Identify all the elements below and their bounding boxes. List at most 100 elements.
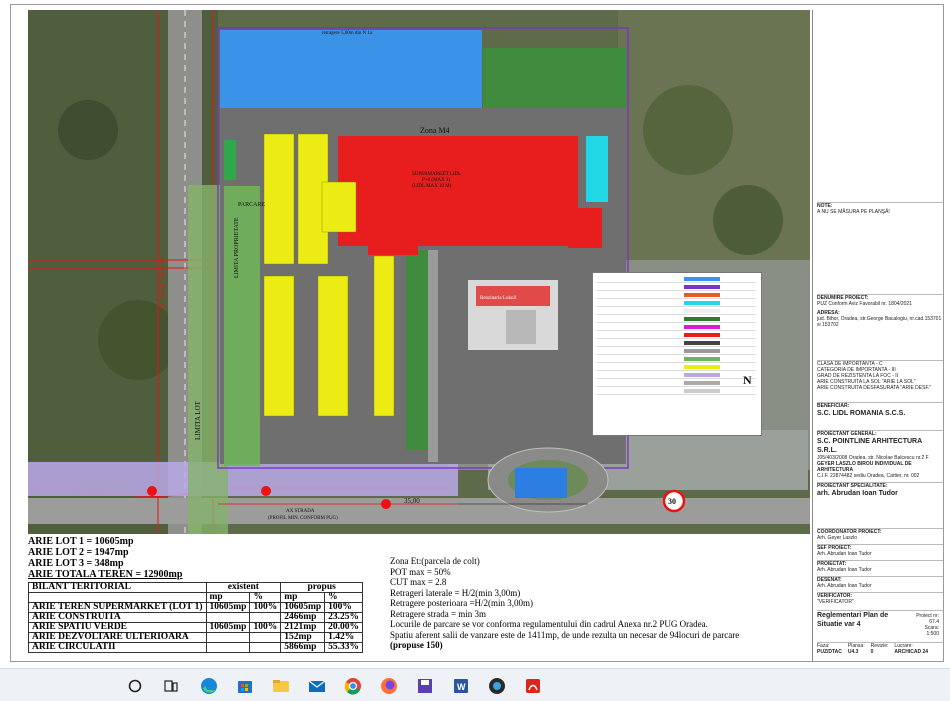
note-line: Retragere posterioara =H/2(min 3,00m)	[390, 598, 534, 608]
urban-notes: Zona Et:(parcela de colt) POT max = 50% …	[390, 556, 739, 651]
cell: 1.42%	[324, 632, 364, 643]
total-area: ARIE TOTALA TEREN = 12900mp	[28, 569, 183, 580]
supermarket-label-2: P+0 (MAX 1)	[422, 178, 451, 183]
row-label: ARIE DEZVOLTARE ULTERIOARA	[28, 632, 207, 643]
north-arrow: N	[743, 373, 752, 387]
row-label: ARIE CIRCULATII	[28, 642, 207, 653]
data-section: ARIE LOT 1 = 10605mp ARIE LOT 2 = 1947mp…	[28, 536, 810, 662]
col-propus: propus	[280, 582, 364, 593]
cell: 10605mp	[205, 602, 251, 613]
limita-proprietate-label: LIMITA PROPRIETATE	[234, 217, 240, 278]
task-view-icon[interactable]	[160, 675, 182, 697]
sef: Arh. Abrudan Ioan Tudor	[817, 551, 872, 557]
parking-label: PARCARE	[238, 202, 266, 208]
cell: 23.25%	[324, 612, 364, 623]
desenat: Arh. Abrudan Ioan Tudor	[817, 583, 872, 589]
row-label: ARIE SPATIU VERDE	[28, 622, 207, 633]
word-icon[interactable]: W	[450, 675, 472, 697]
supermarket-label-1: SUPERMARKET LIDL	[412, 172, 462, 177]
cell	[249, 612, 282, 623]
speed-limit-sign: 30	[668, 497, 676, 506]
firefox-icon[interactable]	[378, 675, 400, 697]
cell: 100%	[324, 602, 364, 613]
dimension-35-label: 35,00	[404, 497, 420, 505]
cell	[249, 642, 282, 653]
legend-box: N	[592, 272, 762, 436]
table-row: ARIE SPATIU VERDE 10605mp 100% 2121mp 20…	[28, 622, 364, 633]
note-line: (propuse 150)	[390, 640, 443, 650]
note-line: Zona Et:(parcela de colt)	[390, 556, 480, 566]
limita-lot-label: LIMITA LOT	[194, 401, 202, 440]
cell: 100%	[249, 622, 282, 633]
road-profile-label: (PROFIL MIN. CONFORM PUG)	[268, 516, 338, 521]
cell: 2466mp	[280, 612, 326, 623]
app-icon[interactable]	[486, 675, 508, 697]
cell: 100%	[249, 602, 282, 613]
faza: PUZ/DTAC	[817, 649, 842, 655]
row-label: ARIE CONSTRUITA	[28, 612, 207, 623]
specialist: arh. Abrudan Ioan Tudor	[817, 490, 898, 497]
road-axis-label: AX STRADA	[286, 509, 315, 514]
lucrare: ARCHICAD 24	[894, 649, 929, 655]
search-icon[interactable]	[124, 675, 146, 697]
plansa: U4.3	[847, 649, 859, 655]
lot-2-area: ARIE LOT 2 = 1947mp	[28, 547, 129, 558]
table-row: ARIE TEREN SUPERMARKET (LOT 1) 10605mp 1…	[28, 602, 364, 613]
geyer-sub: C.I.F. 22874482 sediu Oradea, Cartier, n…	[817, 473, 920, 479]
cell: 10605mp	[205, 622, 251, 633]
gas-station-label: Benzinaria Lukoil	[480, 296, 517, 301]
file-explorer-icon[interactable]	[270, 675, 292, 697]
sheet-title: Reglementari Plan de Situatie var 4	[817, 612, 889, 628]
col-existent: existent	[205, 582, 282, 593]
note-line: Spatiu aferent salii de vanzare este de …	[390, 629, 740, 640]
acrobat-icon[interactable]	[522, 675, 544, 697]
cell: 2121mp	[280, 622, 326, 633]
note-line: POT max = 50%	[390, 566, 451, 577]
proiectant: S.C. POINTLINE ARHITECTURA S.R.L.	[817, 438, 922, 454]
class-line: ARIE CONSTRUITA DESFASURATA "ARIE DESF."	[817, 385, 932, 391]
cell	[205, 632, 251, 643]
bilant-table: BILANT TERITORIAL existent propus mp % m…	[28, 582, 364, 653]
cell: 20.00%	[324, 622, 364, 633]
cell	[249, 632, 282, 643]
table-row: ARIE CIRCULATII 5866mp 55.33%	[28, 642, 364, 653]
project-name: PUZ Conform Aviz Favorabil nr. 1804/2021	[817, 301, 912, 307]
note-line: CUT max = 2.8	[390, 577, 447, 587]
save-icon[interactable]	[414, 675, 436, 697]
col-mp-existent: mp	[205, 592, 251, 603]
edge-icon[interactable]	[198, 675, 220, 697]
beneficiar: S.C. LIDL ROMANIA S.C.S.	[817, 410, 906, 417]
verificator: "VERIFICATOR"	[817, 599, 854, 605]
title-block: NOTE: A NU SE MĂSURA PE PLANŞĂ! DENUMIRE…	[812, 10, 945, 662]
note-line: Retrageri laterale = H/2(min 3,00m)	[390, 587, 521, 598]
note-line: Retragere strada = min 3m	[390, 608, 487, 619]
lot-1-area: ARIE LOT 1 = 10605mp	[28, 536, 134, 547]
drawing-sheet: retragere 5,00m din N 1a Zona M4 SUPERMA…	[0, 0, 950, 668]
supermarket-label-3: (LIDL MAX 10 M)	[412, 184, 452, 189]
revizie: 0	[870, 649, 874, 655]
col-pct-propus: %	[324, 592, 364, 603]
cell: 55.33%	[324, 642, 364, 653]
note-line: Locurile de parcare se vor conforma regu…	[390, 619, 708, 629]
cell: 10605mp	[280, 602, 326, 613]
chrome-icon[interactable]	[342, 675, 364, 697]
mail-icon[interactable]	[306, 675, 328, 697]
cell	[205, 642, 251, 653]
coord: Arh. Geyer Laszlo	[817, 535, 858, 541]
geyer: GEYER LASZLO BIROU INDIVIDUAL DE ARHITEC…	[817, 461, 912, 473]
header-empty	[28, 592, 207, 603]
street-name-label: Str. Georgi Borahulea	[160, 257, 166, 310]
proiectat: Arh. Abrudan Ioan Tudor	[817, 567, 872, 573]
site-plan: retragere 5,00m din N 1a Zona M4 SUPERMA…	[28, 10, 810, 534]
svg-text:W: W	[457, 682, 466, 692]
cell: 5866mp	[280, 642, 326, 653]
bilant-title: BILANT TERITORIAL	[28, 582, 207, 593]
table-row: ARIE DEZVOLTARE ULTERIOARA 152mp 1.42%	[28, 632, 364, 643]
store-icon[interactable]	[234, 675, 256, 697]
note-text: A NU SE MĂSURA PE PLANŞĂ!	[817, 209, 890, 215]
row-label: ARIE TEREN SUPERMARKET (LOT 1)	[28, 602, 207, 613]
col-pct-existent: %	[249, 592, 282, 603]
cell	[205, 612, 251, 623]
scale: 1:500	[926, 631, 939, 637]
zone-label: Zona M4	[420, 126, 450, 135]
